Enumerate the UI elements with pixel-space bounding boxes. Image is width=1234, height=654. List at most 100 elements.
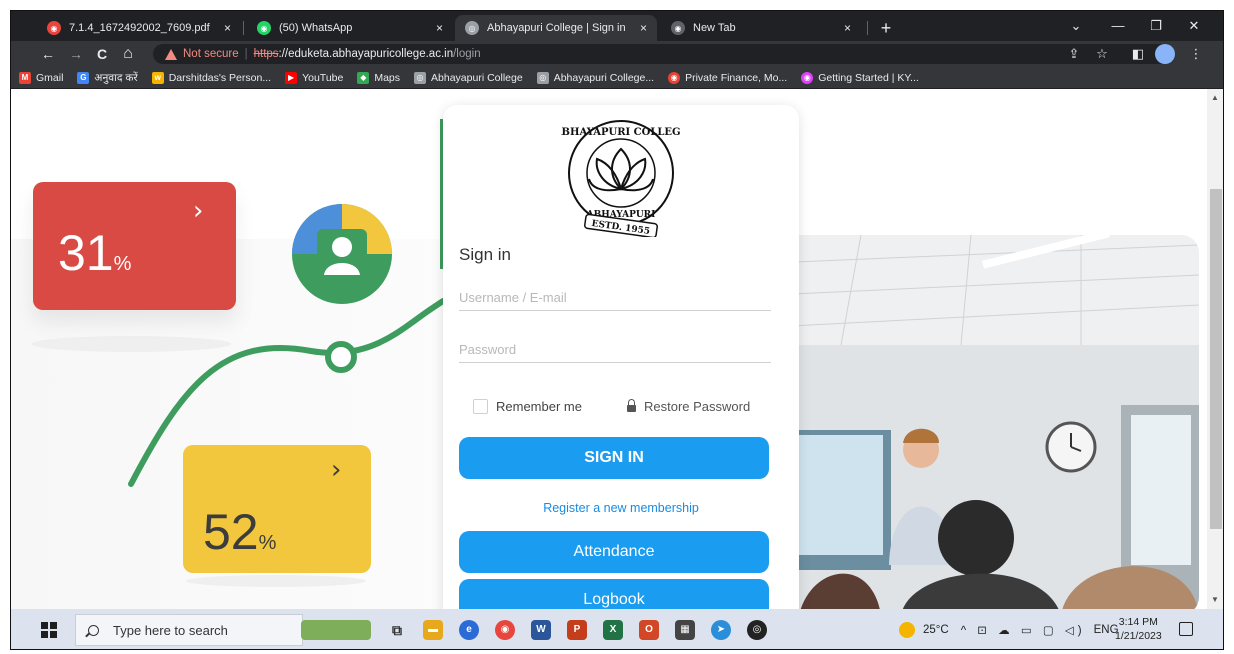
url-path: /login (453, 48, 481, 60)
scroll-thumb[interactable] (1210, 189, 1222, 529)
github-icon[interactable]: ◎ (747, 620, 767, 640)
chevron-right-icon[interactable]: › (193, 196, 203, 226)
restore-password-link[interactable]: Restore Password (627, 399, 750, 414)
close-window-button[interactable]: ✕ (1179, 16, 1209, 36)
search-highlight-icon[interactable] (301, 620, 371, 640)
home-button[interactable]: ⌂ (119, 45, 137, 63)
tab-title: 7.1.4_1672492002_7609.pdf (69, 22, 210, 34)
globe-icon: ◎ (414, 71, 427, 84)
tab-separator (243, 21, 244, 35)
task-view-icon[interactable]: ⧉ (387, 620, 407, 640)
bookmark-gmail[interactable]: M Gmail (19, 71, 64, 84)
taskbar-search-box[interactable]: Type here to search (75, 614, 303, 646)
classroom-photo (771, 235, 1199, 609)
omnibox-separator: | (244, 48, 248, 60)
excel-icon[interactable]: X (603, 620, 623, 640)
kyc-icon: ◉ (801, 71, 814, 84)
office-icon[interactable]: O (639, 620, 659, 640)
gmail-icon: M (19, 71, 31, 84)
bookmark-star-icon[interactable]: ☆ (1093, 45, 1111, 63)
scroll-down-arrow-icon[interactable]: ▼ (1211, 595, 1219, 604)
bookmark-label: YouTube (302, 71, 344, 84)
tab-close-button[interactable]: × (436, 21, 443, 35)
bookmark-abhayapuri-college-2[interactable]: ◎ Abhayapuri College... (536, 71, 655, 84)
page-scrollbar[interactable]: ▲ ▼ (1207, 89, 1223, 609)
tab-close-button[interactable]: × (224, 21, 231, 35)
bookmark-private-finance[interactable]: ◉ Private Finance, Mo... (668, 71, 787, 84)
bookmark-youtube[interactable]: ▶ YouTube (285, 71, 344, 84)
side-panel-icon[interactable]: ◧ (1129, 45, 1147, 63)
bookmarks-bar: M Gmail G अनुवाद करें w Darshitdas's Person… (11, 67, 1223, 89)
tab-title: (50) WhatsApp (279, 22, 353, 34)
sign-in-button[interactable]: SIGN IN (459, 437, 769, 479)
telegram-icon[interactable]: ➤ (711, 620, 731, 640)
bookmark-label: Gmail (36, 71, 64, 84)
chrome-icon: ◉ (671, 21, 685, 35)
stat-card-31[interactable]: 31% › (33, 182, 236, 310)
bookmark-translate[interactable]: G अनुवाद करें (77, 71, 138, 85)
translate-icon: G (77, 71, 90, 84)
bookmark-abhayapuri-college[interactable]: ◎ Abhayapuri College (414, 71, 523, 84)
password-field[interactable] (459, 337, 771, 363)
bookmark-maps[interactable]: ◆ Maps (357, 71, 401, 84)
bookmark-darshitdas[interactable]: w Darshitdas's Person... (151, 71, 272, 84)
scroll-up-arrow-icon[interactable]: ▲ (1211, 93, 1219, 102)
tab-search-dropdown-button[interactable]: ⌄ (1061, 16, 1091, 36)
bookmark-label: Abhayapuri College... (553, 71, 655, 84)
stat-card-52[interactable]: 52% › (183, 445, 371, 573)
login-card: ABHAYAPURI COLLEGE ABHAYAPURI ESTD. 1955… (443, 105, 799, 609)
lock-icon (627, 399, 636, 412)
notification-icon[interactable] (1179, 622, 1193, 636)
remember-me-row[interactable]: Remember me (473, 399, 582, 414)
chrome-taskbar-icon[interactable]: ◉ (495, 620, 515, 640)
username-field[interactable] (459, 285, 771, 311)
stat-value: 52% (203, 504, 277, 560)
weather-icon[interactable] (899, 622, 915, 638)
classroom-illustration (771, 235, 1199, 609)
restore-button[interactable]: ❐ (1141, 16, 1171, 36)
register-membership-link[interactable]: Register a new membership (443, 501, 799, 515)
powerpoint-icon[interactable]: P (567, 620, 587, 640)
menu-kebab-icon[interactable]: ⋮ (1187, 45, 1205, 63)
tab-pdf[interactable]: ◉ 7.1.4_1672492002_7609.pdf × (37, 15, 241, 41)
taskbar-search-placeholder: Type here to search (113, 622, 228, 638)
clock-time: 3:14 PM (1118, 616, 1158, 628)
bookmark-getting-started[interactable]: ◉ Getting Started | KY... (801, 71, 919, 84)
minimize-button[interactable]: — (1103, 16, 1133, 36)
file-explorer-icon[interactable]: ▬ (423, 620, 443, 640)
taskbar-clock[interactable]: 3:14 PM 1/21/2023 (1115, 615, 1162, 643)
tab-whatsapp[interactable]: ◉ (50) WhatsApp × (247, 15, 453, 41)
windows-start-icon[interactable] (41, 622, 57, 638)
tab-new-tab[interactable]: ◉ New Tab × (661, 15, 861, 41)
tab-abhayapuri-signin[interactable]: ◎ Abhayapuri College | Sign in × (455, 15, 657, 41)
security-status[interactable]: Not secure (183, 48, 239, 60)
bookmark-label: Darshitdas's Person... (168, 71, 272, 84)
reload-button[interactable]: C (93, 45, 111, 63)
chevron-right-icon[interactable]: › (331, 455, 341, 485)
tab-separator (867, 21, 868, 35)
forward-button[interactable]: → (67, 45, 85, 63)
share-icon[interactable]: ⇪ (1065, 45, 1083, 63)
remember-me-checkbox[interactable] (473, 399, 488, 414)
search-icon (88, 624, 99, 636)
windows-taskbar: Type here to search ⧉ ▬ e ◉ W P X O ▦ ➤ … (11, 609, 1223, 649)
word-icon[interactable]: W (531, 620, 551, 640)
attendance-button[interactable]: Attendance (459, 531, 769, 573)
wordpress-icon: w (151, 71, 164, 84)
address-bar[interactable]: Not secure | https ://eduketa.abhayapuri… (153, 44, 1175, 64)
logbook-button[interactable]: Logbook (459, 579, 769, 609)
profile-avatar[interactable] (1155, 44, 1175, 64)
bookmark-label: Maps (374, 71, 401, 84)
back-button[interactable]: ← (39, 45, 57, 63)
tray-icons[interactable]: ^ ⊡ ☁ ▭ ▢ ◁) (961, 623, 1086, 637)
calculator-icon[interactable]: ▦ (675, 620, 695, 640)
avatar-icon (292, 204, 392, 304)
bookmark-label: Abhayapuri College (431, 71, 523, 84)
tab-close-button[interactable]: × (640, 21, 647, 35)
new-tab-button[interactable]: + (875, 17, 897, 39)
clock-date: 1/21/2023 (1115, 630, 1162, 642)
edge-icon[interactable]: e (459, 620, 479, 640)
screenshot-frame: ◉ 7.1.4_1672492002_7609.pdf × ◉ (50) Wha… (10, 10, 1224, 650)
weather-temp[interactable]: 25°C (923, 624, 949, 636)
tab-close-button[interactable]: × (844, 21, 851, 35)
